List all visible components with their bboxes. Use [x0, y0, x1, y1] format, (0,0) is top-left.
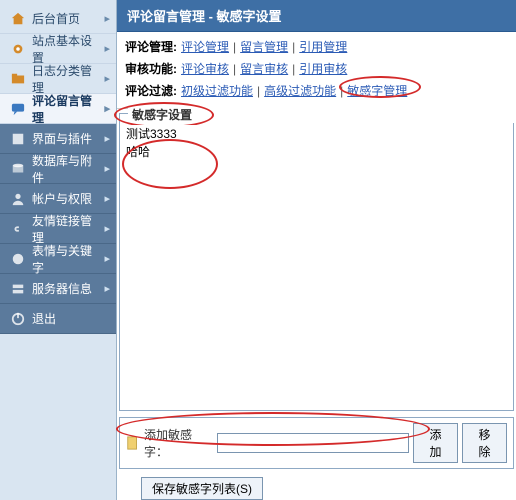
nav-label: 后台首页 [32, 10, 80, 27]
user-icon [10, 191, 26, 207]
nav-accounts-permissions[interactable]: 帐户与权限 ▸ [0, 184, 116, 214]
smile-icon [10, 251, 26, 267]
save-list-button[interactable]: 保存敏感字列表(S) [141, 477, 263, 500]
nav-logout[interactable]: 退出 [0, 304, 116, 334]
chevron-right-icon: ▸ [104, 162, 110, 175]
link-message-manage[interactable]: 留言管理 [240, 36, 288, 58]
link-comment-audit[interactable]: 评论审核 [181, 58, 229, 80]
server-icon [10, 281, 26, 297]
link-trackback-audit[interactable]: 引用审核 [299, 58, 347, 80]
home-icon [10, 11, 26, 27]
filter-row-filter: 评论过滤: 初级过滤功能 | 高级过滤功能 | 敏感字管理 [125, 80, 508, 102]
filter-label: 审核功能: [125, 58, 177, 80]
chevron-right-icon: ▸ [104, 192, 110, 205]
chevron-right-icon: ▸ [104, 72, 110, 85]
link-icon [10, 221, 26, 237]
nav-label: 表情与关键字 [32, 242, 98, 276]
gear-icon [10, 41, 26, 57]
nav-label: 退出 [32, 310, 56, 327]
link-message-audit[interactable]: 留言审核 [240, 58, 288, 80]
bottom-buttons: 保存敏感字列表(S) [119, 477, 514, 500]
sensitive-words-textarea[interactable] [126, 125, 507, 404]
nav-site-settings[interactable]: 站点基本设置 ▸ [0, 34, 116, 64]
nav-label: 服务器信息 [32, 280, 92, 297]
nav-server-info[interactable]: 服务器信息 ▸ [0, 274, 116, 304]
nav-label: 友情链接管理 [32, 212, 98, 246]
folder-icon [10, 71, 26, 87]
filter-row-audit: 审核功能: 评论审核 | 留言审核 | 引用审核 [125, 58, 508, 80]
chevron-right-icon: ▸ [104, 252, 110, 265]
chevron-right-icon: ▸ [104, 222, 110, 235]
separator: | [233, 58, 236, 80]
content-area: 敏感字设置 添加敏感字： 添加 移除 保存敏感字列表(S) [117, 109, 516, 500]
file-icon [126, 436, 140, 450]
link-sensitive-words[interactable]: 敏感字管理 [347, 84, 407, 98]
nav-friend-links[interactable]: 友情链接管理 ▸ [0, 214, 116, 244]
remove-button[interactable]: 移除 [462, 423, 507, 463]
nav-label: 评论留言管理 [32, 92, 98, 126]
add-word-input[interactable] [217, 433, 409, 453]
nav-home[interactable]: 后台首页 ▸ [0, 4, 116, 34]
sidebar: 后台首页 ▸ 站点基本设置 ▸ 日志分类管理 ▸ 评论留言管理 ▸ 界面与插件 … [0, 0, 117, 500]
chevron-right-icon: ▸ [104, 12, 110, 25]
link-comment-manage[interactable]: 评论管理 [181, 36, 229, 58]
comment-icon [10, 101, 26, 117]
filter-label: 评论过滤: [125, 80, 177, 102]
separator: | [292, 36, 295, 58]
sensitive-words-fieldset: 敏感字设置 [119, 113, 514, 411]
page-title: 评论留言管理 - 敏感字设置 [117, 0, 516, 32]
add-word-label: 添加敏感字： [144, 426, 213, 460]
separator: | [292, 58, 295, 80]
nav-log-category[interactable]: 日志分类管理 ▸ [0, 64, 116, 94]
fieldset-legend: 敏感字设置 [128, 106, 516, 123]
link-basic-filter[interactable]: 初级过滤功能 [181, 80, 253, 102]
add-sensitive-word-bar: 添加敏感字： 添加 移除 [119, 417, 514, 469]
chevron-right-icon: ▸ [104, 102, 110, 115]
main-panel: 评论留言管理 - 敏感字设置 评论管理: 评论管理 | 留言管理 | 引用管理 … [117, 0, 516, 500]
nav-label: 日志分类管理 [32, 62, 98, 96]
filter-bar: 评论管理: 评论管理 | 留言管理 | 引用管理 审核功能: 评论审核 | 留言… [117, 32, 516, 109]
filter-label: 评论管理: [125, 36, 177, 58]
nav-comments[interactable]: 评论留言管理 ▸ [0, 94, 116, 124]
link-advanced-filter[interactable]: 高级过滤功能 [264, 80, 336, 102]
exit-icon [10, 311, 26, 327]
link-trackback-manage[interactable]: 引用管理 [299, 36, 347, 58]
nav-database-attachments[interactable]: 数据库与附件 ▸ [0, 154, 116, 184]
nav-label: 界面与插件 [32, 130, 92, 147]
filter-row-comments: 评论管理: 评论管理 | 留言管理 | 引用管理 [125, 36, 508, 58]
separator: | [340, 80, 343, 102]
plugin-icon [10, 131, 26, 147]
separator: | [257, 80, 260, 102]
nav-label: 帐户与权限 [32, 190, 92, 207]
add-button[interactable]: 添加 [413, 423, 458, 463]
chevron-right-icon: ▸ [104, 132, 110, 145]
chevron-right-icon: ▸ [104, 42, 110, 55]
chevron-right-icon: ▸ [104, 282, 110, 295]
separator: | [233, 36, 236, 58]
db-icon [10, 161, 26, 177]
nav-label: 站点基本设置 [32, 32, 98, 66]
nav-interface-plugins[interactable]: 界面与插件 ▸ [0, 124, 116, 154]
nav-label: 数据库与附件 [32, 152, 98, 186]
nav-emoticons-keywords[interactable]: 表情与关键字 ▸ [0, 244, 116, 274]
